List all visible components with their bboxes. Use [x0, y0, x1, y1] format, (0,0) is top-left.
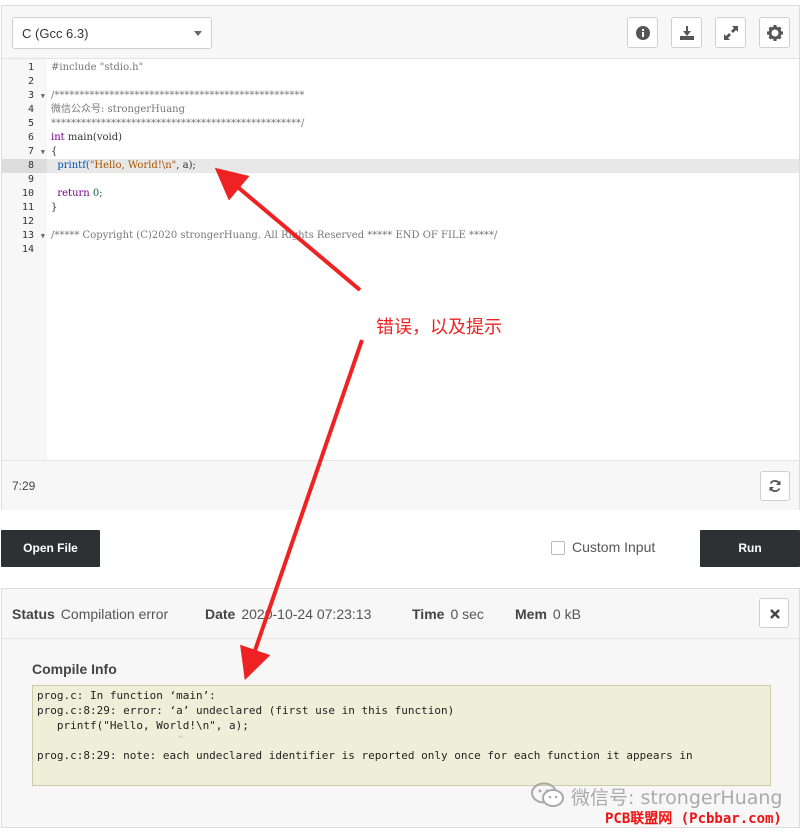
code-lines[interactable]: #include "stdio.h" /********************… — [47, 61, 799, 257]
code-line: return 0; — [47, 187, 799, 201]
compile-caret-line: ^ — [37, 735, 184, 745]
code-token: } — [51, 202, 58, 213]
close-result-button[interactable] — [759, 598, 789, 628]
line-gutter: 1 2 3 ▼ 4 5 6 7 ▼ 8 9 10 11 12 13 ▼ 14 — [2, 59, 47, 460]
line-number: 14 — [21, 244, 34, 255]
line-number: 11 — [21, 202, 34, 213]
editor-status-bar: 7:29 — [2, 460, 799, 510]
wechat-icon — [531, 782, 564, 807]
line-number: 6 — [27, 132, 34, 143]
refresh-icon — [769, 480, 781, 492]
code-token: { — [51, 146, 58, 157]
expand-icon — [724, 26, 738, 40]
line-number: 13 ▼ — [2, 229, 47, 243]
result-header: Status Compilation error Date 2020-10-24 0… — [2, 589, 799, 639]
compile-line: prog.c:8:29: error: ‘a’ undeclared (firs… — [37, 704, 455, 717]
code-line: #include "stdio.h" — [47, 61, 799, 75]
close-icon — [770, 609, 780, 619]
status-label: Status — [12, 606, 55, 622]
custom-input-label: Custom Input — [572, 539, 656, 555]
mem-label: Mem — [515, 606, 547, 622]
line-number: 12 — [21, 216, 34, 227]
line-number: 2 — [27, 76, 34, 87]
code-token: printf( — [51, 160, 90, 171]
line-number: 10 — [21, 188, 34, 199]
gear-icon — [767, 25, 783, 41]
compile-line: printf("Hello, World!\n", a); — [37, 719, 249, 732]
code-token: ****************************************… — [51, 118, 305, 129]
info-icon — [636, 26, 650, 40]
compile-info-title: Compile Info — [32, 661, 117, 677]
compile-line: prog.c:8:29: note: each undeclared ident… — [37, 749, 693, 762]
fold-arrow-icon[interactable]: ▼ — [41, 89, 45, 103]
chevron-down-icon — [194, 31, 202, 36]
download-icon — [680, 26, 694, 40]
reset-button[interactable] — [760, 471, 790, 501]
status-meta: Status Compilation error — [12, 606, 168, 622]
compile-line: prog.c: In function ‘main’: — [37, 689, 216, 702]
annotation-note: 错误，以及提示 — [376, 317, 502, 338]
code-token: 0 — [89, 188, 100, 199]
code-editor-panel: C (Gcc 6.3) 1 2 3 ▼ 4 5 6 7 ▼ 8 9 10 11 … — [1, 5, 800, 510]
time-meta: Time 0 sec — [412, 606, 484, 622]
code-line: ****************************************… — [47, 117, 799, 131]
code-area[interactable]: 1 2 3 ▼ 4 5 6 7 ▼ 8 9 10 11 12 13 ▼ 14 #inc… — [2, 58, 799, 460]
code-token: main(void) — [64, 132, 123, 143]
code-token: #include "stdio.h" — [51, 62, 144, 73]
code-token: return — [51, 188, 90, 199]
line-number: 4 — [27, 104, 34, 115]
date-label: Date — [205, 606, 236, 622]
mem-meta: Mem 0 kB — [515, 606, 581, 622]
code-token: , a); — [176, 160, 196, 171]
code-token: /***************************************… — [51, 90, 305, 101]
fold-arrow-icon[interactable]: ▼ — [41, 229, 45, 243]
line-number: 7 ▼ — [2, 145, 47, 159]
editor-toolbar: C (Gcc 6.3) — [2, 6, 799, 58]
open-file-button[interactable]: Open File — [1, 530, 100, 567]
code-line: int main(void) — [47, 131, 799, 145]
line-number: 3 ▼ — [2, 89, 47, 103]
wechat-id-text: 微信号: strongerHuang — [571, 787, 783, 809]
line-number-text: 3 — [27, 90, 34, 101]
fold-arrow-icon[interactable]: ▼ — [41, 145, 45, 159]
time-value: 0 sec — [450, 606, 484, 622]
date-meta: Date 2020-10-24 07:23:13 — [205, 606, 371, 622]
language-select[interactable]: C (Gcc 6.3) — [12, 17, 212, 49]
fullscreen-button[interactable] — [715, 17, 746, 48]
line-number: 8 — [2, 159, 47, 173]
line-number: 9 — [27, 174, 34, 185]
code-token: int — [51, 132, 65, 143]
date-value: 2020-10-24 07:23:13 — [241, 606, 372, 622]
code-line: 微信公众号: strongerHuang — [47, 103, 799, 117]
code-token: /***** Copyright (C)2020 strongerHuang. … — [51, 230, 498, 241]
mem-value: 0 kB — [552, 606, 581, 622]
download-button[interactable] — [671, 17, 702, 48]
code-line-active: printf("Hello, World!\n", a); — [47, 159, 799, 173]
run-button[interactable]: Run — [700, 530, 800, 567]
code-token: 微信公众号: strongerHuang — [51, 104, 186, 115]
code-line: { — [47, 145, 799, 159]
line-number-text: 7 — [27, 146, 34, 157]
compile-info-output: prog.c: In function ‘main’: prog.c:8:29: … — [32, 685, 771, 786]
language-select-value: C (Gcc 6.3) — [22, 26, 89, 41]
line-number: 5 — [27, 118, 34, 129]
cursor-position: 7:29 — [12, 479, 36, 493]
status-value: Compilation error — [60, 606, 169, 622]
code-line: /***** Copyright (C)2020 strongerHuang. … — [47, 229, 799, 243]
custom-input-checkbox[interactable] — [551, 541, 565, 555]
settings-button[interactable] — [759, 17, 790, 48]
time-label: Time — [412, 606, 445, 622]
code-token: ; — [99, 188, 103, 199]
line-number: 1 — [27, 62, 34, 73]
site-watermark: PCB联盟网 (Pcbbar.com) — [605, 811, 782, 827]
code-token: "Hello, World!\n" — [89, 160, 177, 171]
line-number-text: 13 — [21, 230, 34, 241]
info-button[interactable] — [627, 17, 658, 48]
code-line: /***************************************… — [47, 89, 799, 103]
code-line: } — [47, 201, 799, 215]
